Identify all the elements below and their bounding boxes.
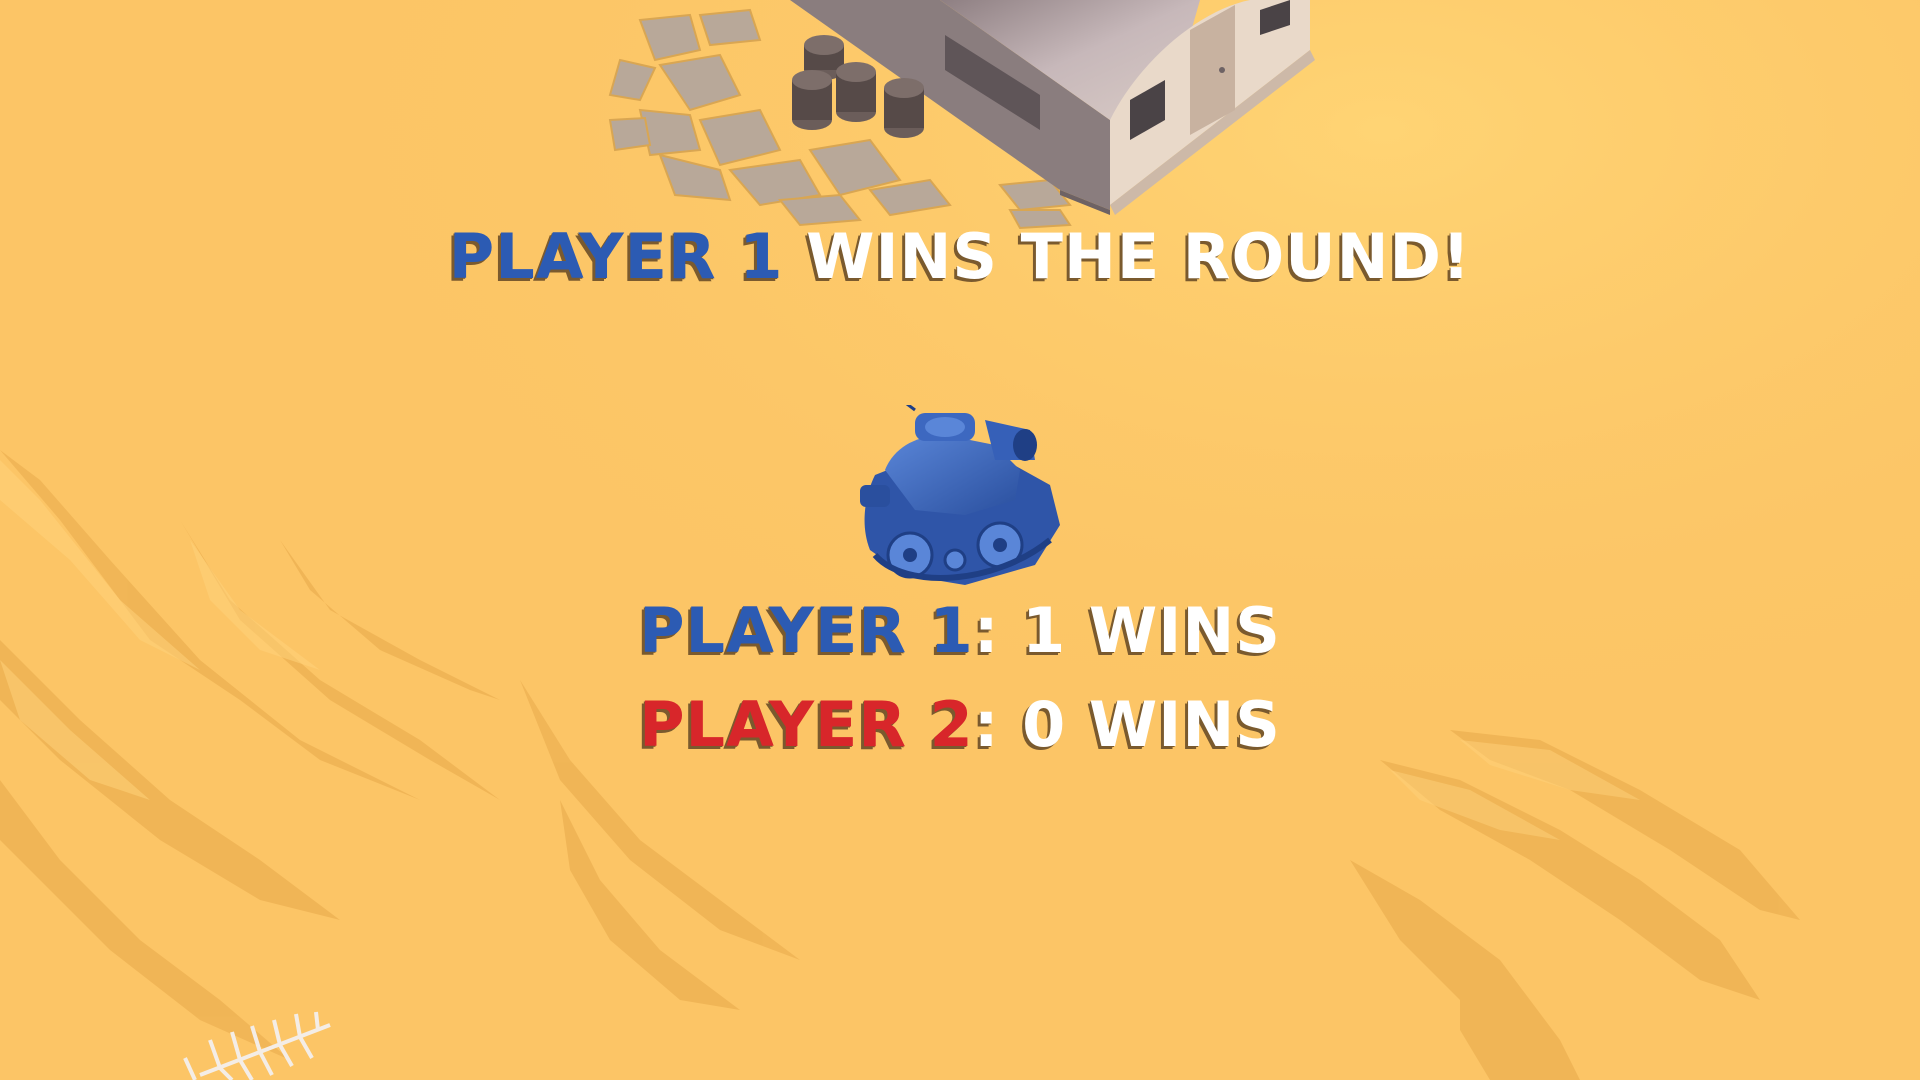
player2-score: 0 WINS (999, 688, 1281, 761)
player1-label: PLAYER 1 (639, 594, 974, 667)
player2-label: PLAYER 2 (639, 688, 974, 761)
player2-separator: : (973, 688, 1000, 761)
player1-score: 1 WINS (999, 594, 1281, 667)
round-winner-banner: PLAYER 1 WINS THE ROUND! (0, 222, 1920, 292)
round-winner-suffix: WINS THE ROUND! (783, 220, 1472, 293)
score-row-player2: PLAYER 2: 0 WINS (0, 690, 1920, 760)
player1-separator: : (973, 594, 1000, 667)
score-row-player1: PLAYER 1: 1 WINS (0, 596, 1920, 666)
round-winner-label: PLAYER 1 (448, 220, 784, 293)
blue-tank-icon (860, 405, 1060, 585)
